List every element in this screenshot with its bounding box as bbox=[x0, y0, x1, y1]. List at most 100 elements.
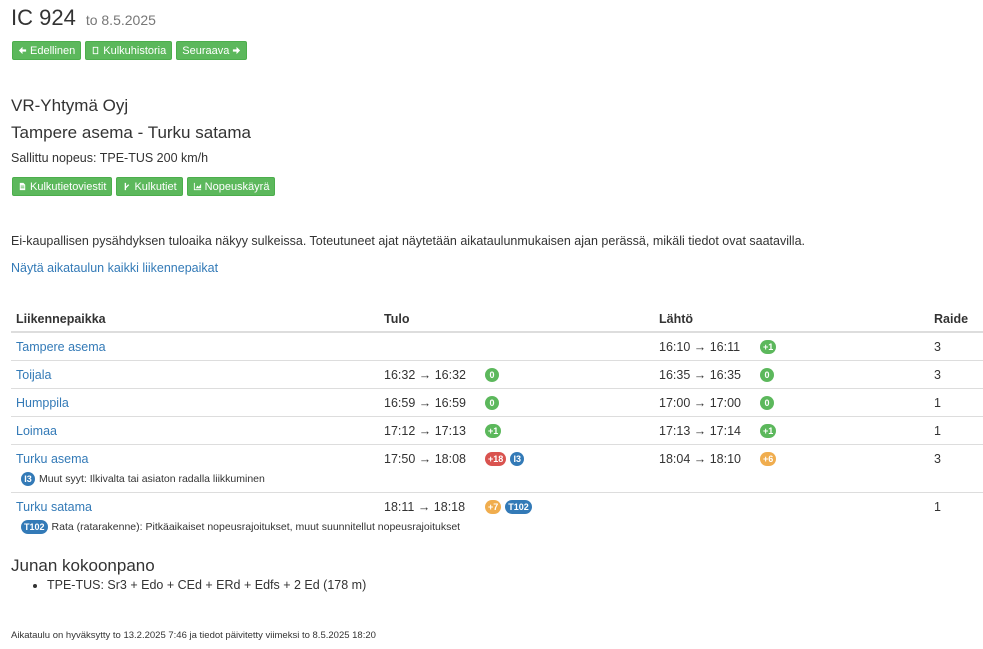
cell-departure-time: 16:10 → 16:11 bbox=[659, 339, 741, 354]
routes-button[interactable]: Kulkutiet bbox=[116, 177, 183, 196]
route-name: Tampere asema - Turku satama bbox=[11, 123, 251, 142]
train-nav: Edellinen Kulkuhistoria Seuraava bbox=[12, 41, 248, 60]
composition-title: Junan kokoonpano bbox=[11, 556, 155, 575]
cell-departure-time: 17:13 → 17:14 bbox=[659, 423, 742, 438]
footer-text: Aikataulu on hyväksytty to 13.2.2025 7:4… bbox=[11, 630, 376, 641]
info-text: Ei-kaupallisen pysähdyksen tuloaika näky… bbox=[11, 234, 805, 248]
cell-place: Toijala bbox=[11, 360, 379, 389]
cause-note: T102 Rata (ratarakenne): Pitkäaikaiset no… bbox=[11, 520, 983, 540]
station-link[interactable]: Turku asema bbox=[16, 452, 88, 466]
timetable: Liikennepaikka Tulo Lähtö Raide Tampere … bbox=[11, 306, 983, 540]
cell-track: 3 bbox=[929, 444, 983, 472]
cause-note: I3 Muut syyt: Ilkivalta tai asiaton radal… bbox=[11, 472, 983, 493]
header-place: Liikennepaikka bbox=[11, 306, 379, 333]
cell-track: 1 bbox=[929, 388, 983, 417]
cell-arrival-time: 16:32 → 16:32 bbox=[384, 367, 467, 382]
table-row: Tampere asema 16:10 → 16:11 +1 3 bbox=[11, 331, 983, 361]
speed-chart-label: Nopeuskäyrä bbox=[204, 180, 270, 193]
timetable-header: Liikennepaikka Tulo Lähtö Raide bbox=[11, 306, 983, 333]
cell-place: Turku asema bbox=[11, 444, 379, 472]
previous-button[interactable]: Edellinen bbox=[12, 41, 82, 60]
cell-arrival-time: 16:59 → 16:59 bbox=[384, 395, 467, 410]
cell-departure: 16:35 → 16:35 0 bbox=[654, 360, 929, 389]
table-row: Toijala 16:32 → 16:32 0 16:35 → 16:35 0 3 bbox=[11, 360, 983, 389]
cell-departure: 16:10 → 16:11 +1 bbox=[654, 331, 929, 361]
table-row-note: T102 Rata (ratarakenne): Pitkäaikaiset no… bbox=[11, 520, 983, 540]
history-label: Kulkuhistoria bbox=[103, 44, 167, 57]
station-link[interactable]: Humppila bbox=[16, 396, 69, 410]
delay-badge: 0 bbox=[760, 367, 774, 382]
delay-badge[interactable]: I3 bbox=[510, 451, 525, 466]
cell-arrival bbox=[379, 331, 654, 361]
cell-departure-time: 16:35 → 16:35 bbox=[659, 367, 742, 382]
station-link[interactable]: Turku satama bbox=[16, 500, 92, 514]
cause-code-badge: I3 bbox=[21, 472, 35, 486]
station-link[interactable]: Toijala bbox=[16, 368, 51, 382]
cause-text: Muut syyt: Ilkivalta tai asiaton radalla… bbox=[39, 473, 265, 485]
composition-list: TPE-TUS: Sr3 + Edo + CEd + ERd + Edfs + … bbox=[30, 578, 366, 592]
delay-badge: +7 bbox=[485, 499, 502, 514]
cause-code-badge: T102 bbox=[21, 520, 48, 534]
cell-arrival-time: 17:50 → 18:08 bbox=[384, 451, 467, 466]
station-link[interactable]: Tampere asema bbox=[16, 340, 106, 354]
cell-departure-time: 18:04 → 18:10 bbox=[659, 451, 742, 466]
delay-badge: +18 bbox=[485, 451, 507, 466]
area-chart-icon bbox=[193, 182, 201, 191]
composition-item: TPE-TUS: Sr3 + Edo + CEd + ERd + Edfs + … bbox=[47, 578, 366, 592]
next-button[interactable]: Seuraava bbox=[176, 41, 248, 60]
station-link[interactable]: Loimaa bbox=[16, 424, 57, 438]
cell-arrival: 17:50 → 18:08 +18 I3 bbox=[379, 444, 654, 472]
cell-departure bbox=[654, 492, 929, 520]
history-button[interactable]: Kulkuhistoria bbox=[85, 41, 173, 60]
delay-badge: +1 bbox=[760, 339, 777, 354]
table-row: Turku satama 18:11 → 18:18 +7 T102 1 bbox=[11, 492, 983, 520]
speed-chart-button[interactable]: Nopeuskäyrä bbox=[186, 177, 276, 196]
cell-arrival: 16:32 → 16:32 0 bbox=[379, 360, 654, 389]
cell-departure: 17:00 → 17:00 0 bbox=[654, 388, 929, 417]
delay-badge: +6 bbox=[760, 451, 777, 466]
cell-arrival-time: 18:11 → 18:18 bbox=[384, 499, 466, 514]
delay-badge: +1 bbox=[485, 423, 502, 438]
delay-badge: +1 bbox=[760, 423, 777, 438]
cell-arrival: 17:12 → 17:13 +1 bbox=[379, 416, 654, 445]
table-row: Turku asema 17:50 → 18:08 +18 I3 18:04 → 18:… bbox=[11, 444, 983, 472]
notices-button[interactable]: Kulkutietoviestit bbox=[12, 177, 113, 196]
cell-place: Humppila bbox=[11, 388, 379, 417]
header-arrival: Tulo bbox=[379, 306, 654, 333]
next-label: Seuraava bbox=[182, 44, 230, 57]
page-title: IC 924 to 8.5.2025 bbox=[11, 5, 156, 31]
arrow-left-icon bbox=[18, 46, 27, 55]
cell-place: Turku satama bbox=[11, 492, 379, 520]
table-row: Humppila 16:59 → 16:59 0 17:00 → 17:00 0 1 bbox=[11, 388, 983, 417]
branch-icon bbox=[125, 182, 130, 191]
routes-label: Kulkutiet bbox=[134, 180, 177, 193]
delay-badge: 0 bbox=[760, 395, 774, 410]
show-all-stations-link[interactable]: Näytä aikataulun kaikki liikennepaikat bbox=[11, 261, 218, 275]
operator-name: VR-Yhtymä Oyj bbox=[11, 96, 129, 115]
table-row: Loimaa 17:12 → 17:13 +1 17:13 → 17:14 +1 1 bbox=[11, 416, 983, 445]
speed-limit: Sallittu nopeus: TPE-TUS 200 km/h bbox=[11, 151, 209, 165]
delay-badge: 0 bbox=[485, 367, 499, 382]
cell-track: 3 bbox=[929, 360, 983, 389]
table-row-note: I3 Muut syyt: Ilkivalta tai asiaton radal… bbox=[11, 472, 983, 493]
cell-arrival: 16:59 → 16:59 0 bbox=[379, 388, 654, 417]
info-buttons: Kulkutietoviestit Kulkutiet Nopeuskäyrä bbox=[12, 177, 276, 196]
cell-arrival-time: 17:12 → 17:13 bbox=[384, 423, 467, 438]
cell-departure-time: 17:00 → 17:00 bbox=[659, 395, 742, 410]
file-icon bbox=[19, 182, 26, 191]
cause-text: Rata (ratarakenne): Pitkäaikaiset nopeus… bbox=[51, 521, 461, 533]
cell-departure: 18:04 → 18:10 +6 bbox=[654, 444, 929, 472]
delay-badge[interactable]: T102 bbox=[505, 499, 532, 514]
header-track: Raide bbox=[929, 306, 983, 333]
delay-badge: 0 bbox=[485, 395, 499, 410]
notices-label: Kulkutietoviestit bbox=[30, 180, 107, 193]
cell-arrival: 18:11 → 18:18 +7 T102 bbox=[379, 492, 654, 520]
previous-label: Edellinen bbox=[30, 44, 76, 57]
cell-track: 3 bbox=[929, 331, 983, 361]
arrow-right-icon bbox=[233, 46, 241, 55]
train-number: IC 924 bbox=[11, 5, 76, 30]
book-icon bbox=[93, 46, 99, 55]
header-departure: Lähtö bbox=[654, 306, 929, 333]
train-date: to 8.5.2025 bbox=[85, 12, 156, 28]
cell-departure: 17:13 → 17:14 +1 bbox=[654, 416, 929, 445]
